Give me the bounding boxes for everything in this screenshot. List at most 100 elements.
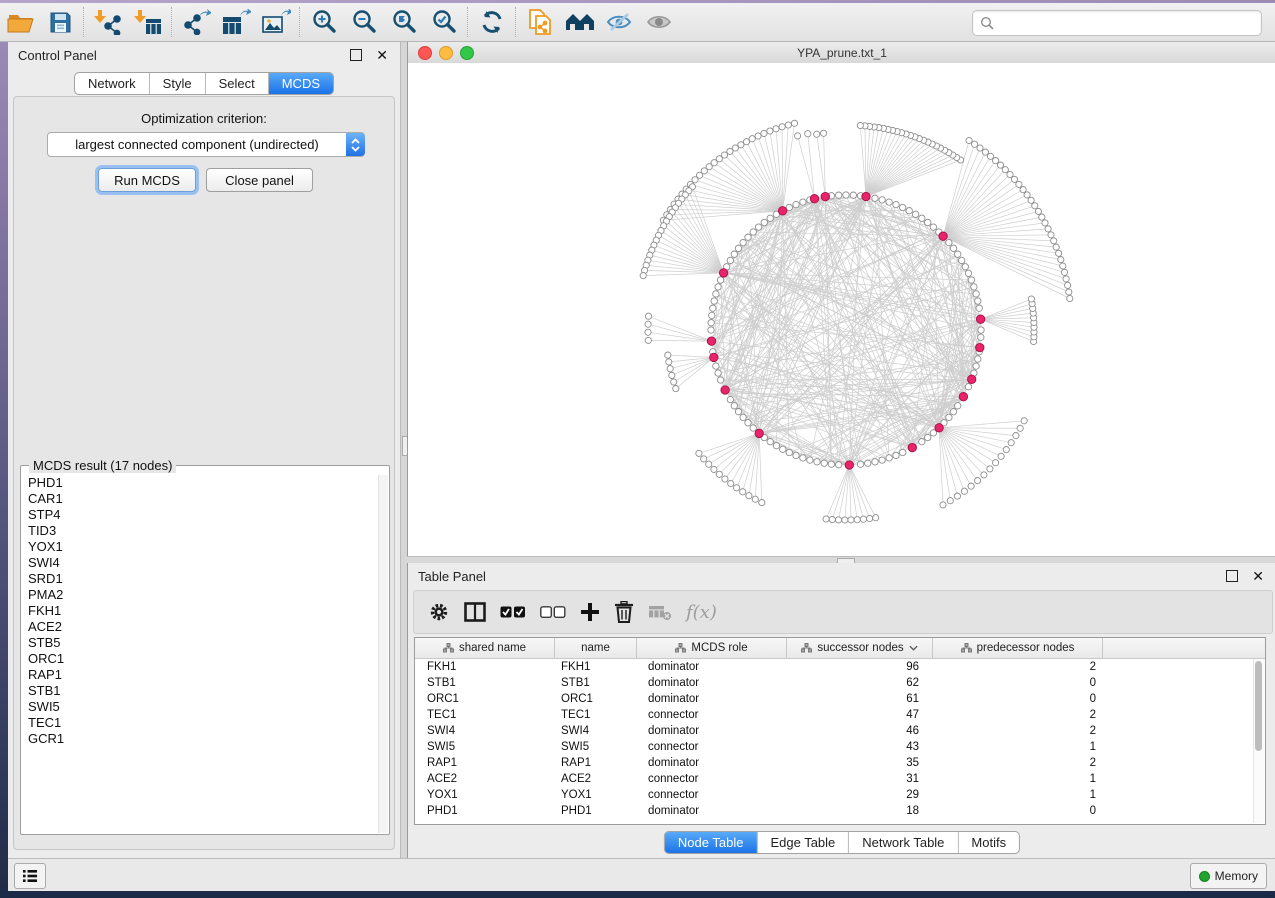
network-node[interactable]	[761, 130, 767, 136]
network-node[interactable]	[955, 251, 961, 257]
network-node[interactable]	[860, 516, 866, 522]
network-node[interactable]	[857, 461, 863, 467]
network-node[interactable]	[740, 489, 746, 495]
mcds-result-list[interactable]: PHD1CAR1STP4TID3YOX1SWI4SRD1PMA2FKH1ACE2…	[22, 475, 379, 833]
table-cell[interactable]: FKH1	[555, 661, 637, 673]
table-row[interactable]: PHD1PHD1dominator180	[415, 803, 1265, 819]
table-cell[interactable]: SWI4	[415, 725, 555, 737]
network-node[interactable]	[976, 305, 982, 311]
tab-mcds[interactable]: MCDS	[269, 73, 333, 94]
export-network-button[interactable]	[176, 6, 216, 38]
network-node[interactable]	[735, 409, 741, 415]
network-node[interactable]	[925, 434, 931, 440]
column-header-mcds-role[interactable]: MCDS role	[637, 638, 787, 658]
table-cell[interactable]: 0	[933, 693, 1103, 705]
table-cell[interactable]: 96	[787, 661, 933, 673]
table-row[interactable]: FKH1FKH1dominator962	[415, 659, 1265, 675]
close-panel-button[interactable]: Close panel	[206, 168, 313, 192]
network-node[interactable]	[713, 363, 719, 369]
table-cell[interactable]: 0	[933, 677, 1103, 689]
network-node[interactable]	[954, 493, 960, 499]
network-node[interactable]	[773, 443, 779, 449]
run-mcds-button[interactable]: Run MCDS	[98, 168, 196, 192]
network-node[interactable]	[842, 517, 848, 523]
table-cell[interactable]: 1	[933, 741, 1103, 753]
import-network-button[interactable]	[88, 6, 128, 38]
table-cell[interactable]: ACE2	[415, 773, 555, 785]
network-node[interactable]	[828, 461, 834, 467]
mcds-hub-node[interactable]	[755, 429, 763, 437]
table-row[interactable]: SWI5SWI5connector431	[415, 739, 1265, 755]
network-node[interactable]	[850, 192, 856, 198]
network-node[interactable]	[749, 136, 755, 142]
table-cell[interactable]: 47	[787, 709, 933, 721]
save-session-button[interactable]	[40, 6, 80, 38]
mcds-result-item[interactable]: PHD1	[22, 475, 379, 491]
network-node[interactable]	[919, 439, 925, 445]
network-node[interactable]	[746, 493, 752, 499]
network-node[interactable]	[835, 517, 841, 523]
network-node[interactable]	[1008, 440, 1014, 446]
network-node[interactable]	[1024, 192, 1030, 198]
mcds-hub-node[interactable]	[707, 337, 715, 345]
scrollbar-thumb[interactable]	[1255, 661, 1262, 751]
mcds-result-item[interactable]: ORC1	[22, 651, 379, 667]
network-node[interactable]	[709, 312, 715, 318]
table-cell[interactable]: 2	[933, 661, 1103, 673]
mcds-result-item[interactable]: RAP1	[22, 667, 379, 683]
network-node[interactable]	[997, 162, 1003, 168]
network-node[interactable]	[925, 219, 931, 225]
network-node[interactable]	[745, 234, 751, 240]
table-cell[interactable]: STB1	[555, 677, 637, 689]
network-node[interactable]	[955, 403, 961, 409]
mcds-result-item[interactable]: ACE2	[22, 619, 379, 635]
zoom-fit-button[interactable]	[384, 6, 424, 38]
export-table-button[interactable]	[216, 6, 256, 38]
table-row[interactable]: STB1STB1dominator620	[415, 675, 1265, 691]
tab-network-table[interactable]: Network Table	[849, 832, 958, 853]
tab-network[interactable]: Network	[75, 73, 150, 94]
network-node[interactable]	[1035, 208, 1041, 214]
network-node[interactable]	[1013, 433, 1019, 439]
network-node[interactable]	[807, 457, 813, 463]
network-node[interactable]	[761, 219, 767, 225]
float-panel-icon[interactable]	[350, 49, 362, 61]
network-node[interactable]	[814, 459, 820, 465]
mcds-hub-node[interactable]	[810, 195, 818, 203]
network-node[interactable]	[667, 366, 673, 372]
table-row[interactable]: ACE2ACE2connector311	[415, 771, 1265, 787]
network-node[interactable]	[975, 356, 981, 362]
network-window-titlebar[interactable]: YPA_prune.txt_1	[408, 42, 1275, 64]
network-node[interactable]	[800, 199, 806, 205]
network-node[interactable]	[645, 337, 651, 343]
network-node[interactable]	[1028, 296, 1034, 302]
tab-motifs[interactable]: Motifs	[958, 832, 1019, 853]
add-column-button[interactable]	[580, 602, 600, 622]
network-node[interactable]	[767, 439, 773, 445]
network-node[interactable]	[968, 483, 974, 489]
show-columns-button[interactable]	[464, 602, 486, 622]
zoom-selected-button[interactable]	[424, 6, 464, 38]
network-node[interactable]	[759, 500, 765, 506]
network-node[interactable]	[767, 215, 773, 221]
network-node[interactable]	[795, 133, 801, 139]
network-node[interactable]	[711, 298, 717, 304]
table-row[interactable]: YOX1YOX1connector291	[415, 787, 1265, 803]
mcds-result-item[interactable]: FKH1	[22, 603, 379, 619]
network-node[interactable]	[755, 133, 761, 139]
mcds-result-item[interactable]: PMA2	[22, 587, 379, 603]
tab-node-table[interactable]: Node Table	[665, 832, 758, 853]
zoom-out-button[interactable]	[344, 6, 384, 38]
table-cell[interactable]: 43	[787, 741, 933, 753]
mcds-hub-node[interactable]	[959, 393, 967, 401]
network-node[interactable]	[814, 131, 820, 137]
mcds-hub-node[interactable]	[778, 207, 786, 215]
table-cell[interactable]: YOX1	[415, 789, 555, 801]
import-table-button[interactable]	[128, 6, 168, 38]
network-node[interactable]	[752, 496, 758, 502]
network-node[interactable]	[715, 284, 721, 290]
table-cell[interactable]: connector	[637, 789, 787, 801]
network-node[interactable]	[805, 131, 811, 137]
mcds-result-item[interactable]: STB1	[22, 683, 379, 699]
open-session-button[interactable]	[0, 6, 40, 38]
